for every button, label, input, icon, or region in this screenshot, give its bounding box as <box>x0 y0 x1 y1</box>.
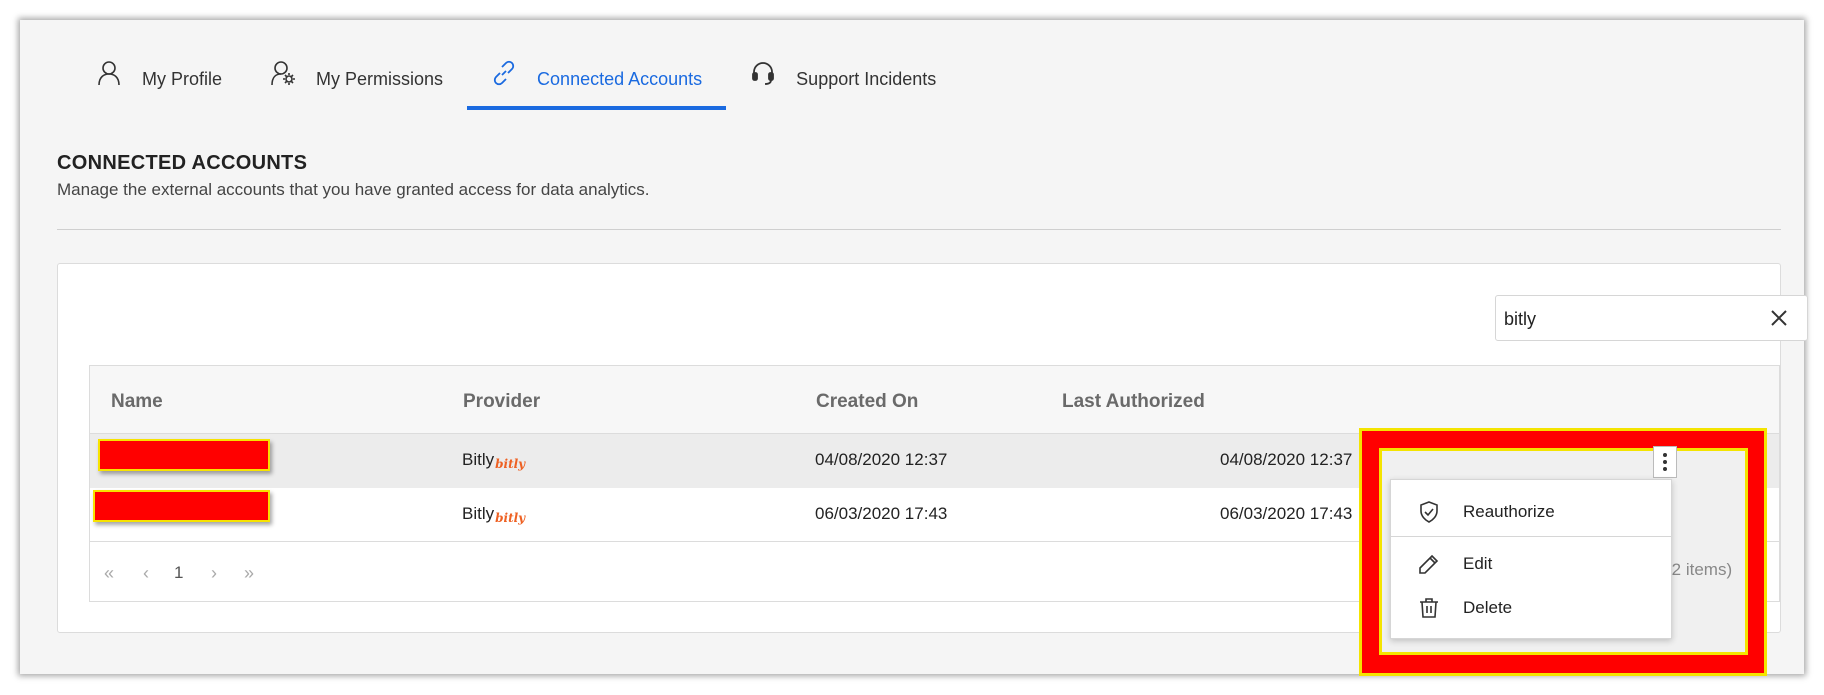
bitly-logo: bitly <box>495 457 526 471</box>
prev-page-icon[interactable]: ‹ <box>143 563 149 584</box>
last-authorized-cell: 06/03/2020 17:43 <box>1220 504 1353 523</box>
created-on-cell: 06/03/2020 17:43 <box>815 504 948 523</box>
tab-my-permissions[interactable]: My Permissions <box>246 48 467 110</box>
page-description: Manage the external accounts that you ha… <box>57 180 650 199</box>
grid-header: Name Provider Created On Last Authorized <box>90 366 1779 434</box>
created-on-cell: 04/08/2020 12:37 <box>815 450 948 469</box>
first-page-icon[interactable]: « <box>104 563 114 584</box>
column-header-name[interactable]: Name <box>111 391 163 413</box>
pager-count: (2 items) <box>1666 560 1733 579</box>
kebab-dot <box>1663 460 1667 464</box>
tab-my-profile[interactable]: My Profile <box>72 48 246 110</box>
user-icon <box>96 60 122 86</box>
menu-item-delete[interactable]: Delete <box>1391 588 1671 628</box>
tab-label: Support Incidents <box>796 68 937 89</box>
last-authorized-cell-clip: 06/03/2020 17:43 <box>1220 504 1359 524</box>
headset-icon <box>750 60 776 86</box>
pencil-icon <box>1417 552 1441 576</box>
last-authorized-cell: 04/08/2020 12:37 <box>1220 450 1353 469</box>
link-icon <box>491 60 517 86</box>
tab-connected-accounts[interactable]: Connected Accounts <box>467 48 727 110</box>
menu-item-label: Delete <box>1463 598 1513 617</box>
last-authorized-cell-clip: 04/08/2020 12:37 <box>1220 450 1359 470</box>
user-gear-icon <box>270 60 296 86</box>
tab-label: My Permissions <box>316 68 444 89</box>
provider-cell: Bitlybitly <box>462 450 526 471</box>
menu-item-label: Reauthorize <box>1463 502 1555 521</box>
close-icon[interactable] <box>1769 308 1789 328</box>
column-header-created-on[interactable]: Created On <box>816 391 918 413</box>
last-page-icon[interactable]: » <box>244 563 254 584</box>
column-header-last-authorized[interactable]: Last Authorized <box>1062 391 1205 413</box>
provider-name: Bitly <box>462 450 495 469</box>
page-number[interactable]: 1 <box>174 563 183 583</box>
redacted-name <box>98 439 270 471</box>
search-input[interactable] <box>1502 296 1756 342</box>
page-title: CONNECTED ACCOUNTS <box>57 152 308 174</box>
menu-item-label: Edit <box>1463 554 1493 573</box>
redacted-name <box>93 490 270 522</box>
kebab-dot <box>1663 467 1667 471</box>
row-actions-button[interactable] <box>1653 446 1677 478</box>
provider-cell: Bitlybitly <box>462 504 526 525</box>
kebab-dot <box>1663 453 1667 457</box>
next-page-icon[interactable]: › <box>211 563 217 584</box>
tab-label: Connected Accounts <box>537 68 703 89</box>
shield-check-icon <box>1417 500 1441 524</box>
section-divider <box>57 229 1781 230</box>
row-actions-menu: Reauthorize Edit Delete <box>1390 479 1672 639</box>
tab-bar: My Profile My Permissions Connected Acco… <box>72 48 960 110</box>
menu-item-reauthorize[interactable]: Reauthorize <box>1391 492 1671 532</box>
provider-name: Bitly <box>462 504 495 523</box>
tab-support-incidents[interactable]: Support Incidents <box>726 48 960 110</box>
column-header-provider[interactable]: Provider <box>463 391 540 413</box>
trash-icon <box>1417 596 1441 620</box>
bitly-logo: bitly <box>495 511 526 525</box>
menu-divider <box>1391 536 1671 537</box>
search-box <box>1495 295 1808 342</box>
tab-label: My Profile <box>142 68 223 89</box>
menu-item-edit[interactable]: Edit <box>1391 544 1671 584</box>
